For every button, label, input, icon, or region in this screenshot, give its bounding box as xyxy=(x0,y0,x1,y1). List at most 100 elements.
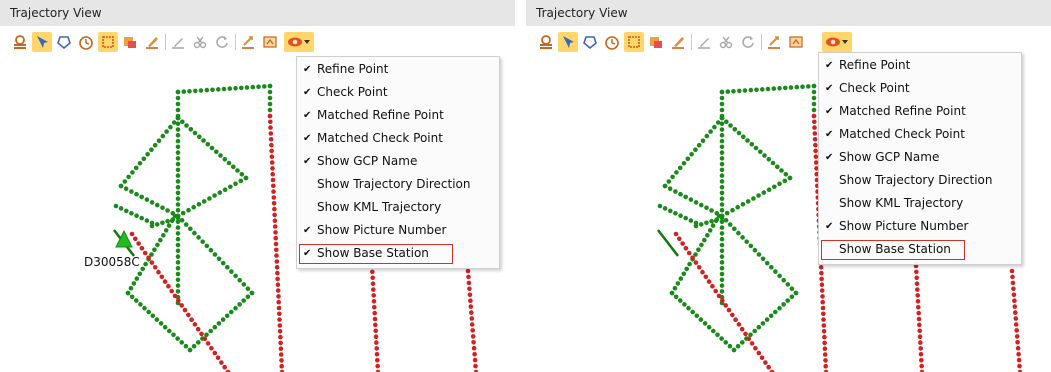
edit-line-icon[interactable] xyxy=(168,32,188,52)
trajectory-point xyxy=(374,352,380,357)
cut-icon[interactable] xyxy=(716,32,736,52)
trajectory-point xyxy=(819,276,824,282)
trajectory-point xyxy=(277,323,283,328)
trajectory-point xyxy=(1009,268,1015,274)
refresh-icon[interactable] xyxy=(738,32,758,52)
eye-dropdown-icon[interactable] xyxy=(284,32,314,52)
menu-item[interactable]: Show KML Trajectory xyxy=(297,196,499,219)
menu-item[interactable]: ✔ Matched Check Point xyxy=(297,127,499,150)
trajectory-point xyxy=(820,294,825,299)
export-icon[interactable] xyxy=(764,32,784,52)
menu-item[interactable]: ✔ Refine Point xyxy=(297,58,499,81)
menu-item[interactable]: Show KML Trajectory xyxy=(819,192,1021,215)
refresh-icon[interactable] xyxy=(212,32,232,52)
menu-item[interactable]: ✔ Refine Point xyxy=(819,54,1021,77)
trajectory-point xyxy=(1014,328,1019,333)
copy-layer-icon[interactable] xyxy=(120,32,140,52)
trajectory-point xyxy=(470,334,476,339)
trajectory-point xyxy=(682,302,687,307)
trajectory-point xyxy=(823,358,828,363)
menu-item[interactable]: ✔ Matched Refine Point xyxy=(819,100,1021,123)
trajectory-point xyxy=(278,340,283,346)
menu-item[interactable]: ✔ Check Point xyxy=(819,77,1021,100)
menu-item[interactable]: Show Base Station xyxy=(819,238,1021,261)
trajectory-point xyxy=(207,196,212,201)
trajectory-point xyxy=(370,269,375,275)
check-mark-icon: ✔ xyxy=(303,64,312,75)
trajectory-point xyxy=(727,222,733,227)
trajectory-point xyxy=(175,127,181,132)
trajectory-point xyxy=(719,167,725,173)
trajectory-point xyxy=(210,87,215,93)
edit-line-icon[interactable] xyxy=(694,32,714,52)
layer-icon[interactable] xyxy=(536,32,556,52)
menu-item[interactable]: ✔ Show GCP Name xyxy=(297,150,499,173)
gcp-marker[interactable] xyxy=(115,229,133,248)
trajectory-point xyxy=(371,293,377,298)
lasso-icon[interactable] xyxy=(580,32,600,52)
clock-icon[interactable] xyxy=(602,32,622,52)
trajectory-point xyxy=(175,236,181,242)
cut-icon[interactable] xyxy=(190,32,210,52)
trajectory-point xyxy=(268,125,273,130)
trajectory-point xyxy=(209,345,214,351)
trajectory-point xyxy=(686,250,692,256)
trajectory-point xyxy=(186,207,191,213)
clock-icon[interactable] xyxy=(76,32,96,52)
pointer-icon[interactable] xyxy=(558,32,578,52)
map-icon[interactable] xyxy=(786,32,806,52)
trajectory-point xyxy=(188,226,193,232)
trajectory-point xyxy=(727,343,733,349)
panel-title: Trajectory View xyxy=(536,6,628,20)
trajectory-point xyxy=(919,357,924,363)
menu-item-label: Check Point xyxy=(317,85,388,99)
menu-item[interactable]: ✔ Check Point xyxy=(297,81,499,104)
trajectory-point xyxy=(163,228,169,233)
trajectory-point xyxy=(759,355,765,361)
trajectory-point xyxy=(225,265,230,270)
menu-item[interactable]: ✔ Show Picture Number xyxy=(819,215,1021,238)
eye-dropdown-icon[interactable] xyxy=(822,32,852,52)
pointer-icon[interactable] xyxy=(32,32,52,52)
measure-icon[interactable] xyxy=(142,32,162,52)
trajectory-point xyxy=(122,179,128,184)
trajectory-point xyxy=(688,197,694,202)
menu-item[interactable]: Show Trajectory Direction xyxy=(819,169,1021,192)
trajectory-point xyxy=(819,270,824,276)
trajectory-point xyxy=(690,255,695,261)
trajectory-point xyxy=(466,274,471,280)
trajectory-point xyxy=(698,222,704,227)
measure-icon[interactable] xyxy=(668,32,688,52)
trajectory-point xyxy=(216,321,222,326)
trajectory-point xyxy=(175,184,181,190)
trajectory-point xyxy=(156,269,161,275)
menu-item[interactable]: ✔ Show Picture Number xyxy=(297,219,499,242)
trajectory-point xyxy=(752,247,758,253)
trajectory-point xyxy=(176,298,181,303)
export-icon[interactable] xyxy=(238,32,258,52)
trajectory-point xyxy=(823,363,828,369)
trajectory-point xyxy=(736,230,741,236)
menu-item[interactable]: ✔ Matched Refine Point xyxy=(297,104,499,127)
trajectory-point xyxy=(136,241,141,246)
trajectory-point xyxy=(276,299,282,305)
menu-item[interactable]: Show Trajectory Direction xyxy=(297,173,499,196)
copy-layer-icon[interactable] xyxy=(646,32,666,52)
menu-item[interactable]: ✔ Show GCP Name xyxy=(819,146,1021,169)
layer-icon[interactable] xyxy=(10,32,30,52)
trajectory-point xyxy=(915,293,920,298)
trajectory-point xyxy=(662,206,668,211)
trajectory-point xyxy=(822,352,828,357)
map-icon[interactable] xyxy=(260,32,280,52)
menu-item[interactable]: ✔ Matched Check Point xyxy=(819,123,1021,146)
trajectory-point xyxy=(756,324,762,330)
menu-item[interactable]: ✔ Show Base Station xyxy=(297,242,499,265)
select-rect-icon[interactable] xyxy=(98,32,118,52)
menu-item-label: Show Trajectory Direction xyxy=(839,173,993,187)
lasso-icon[interactable] xyxy=(54,32,74,52)
trajectory-point xyxy=(166,284,171,289)
trajectory-point xyxy=(129,294,135,300)
select-rect-icon[interactable] xyxy=(624,32,644,52)
trajectory-point xyxy=(917,334,923,340)
trajectory-point xyxy=(783,85,788,91)
